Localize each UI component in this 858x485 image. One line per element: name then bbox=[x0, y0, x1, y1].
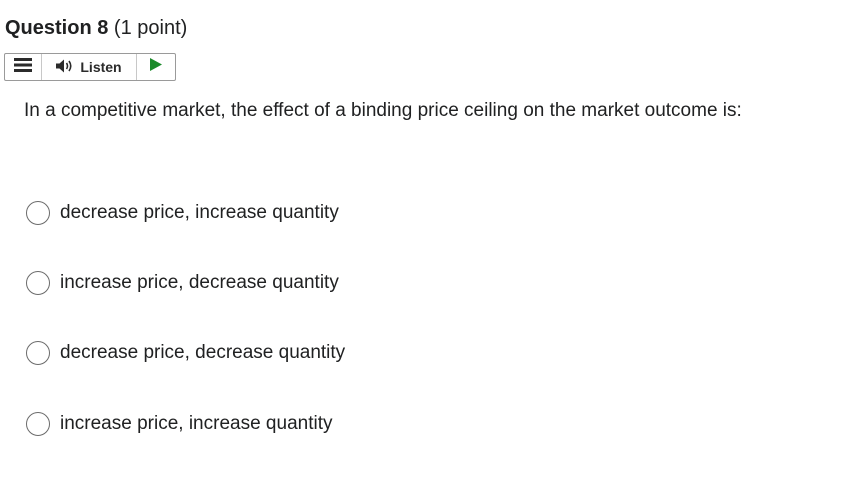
radio-button[interactable] bbox=[26, 412, 50, 436]
choice-label: increase price, decrease quantity bbox=[60, 272, 339, 293]
speaker-icon bbox=[56, 59, 74, 76]
question-points: (1 point) bbox=[113, 17, 188, 39]
question-header: Question 8 (1 point) bbox=[5, 15, 187, 41]
answer-choice[interactable]: increase price, decrease quantity bbox=[26, 270, 339, 296]
read-aloud-toolbar: Listen bbox=[4, 53, 176, 81]
hamburger-menu-icon bbox=[14, 57, 32, 77]
question-prompt: In a competitive market, the effect of a… bbox=[24, 100, 742, 121]
toolbar-menu-button[interactable] bbox=[5, 54, 42, 80]
listen-label: Listen bbox=[80, 59, 122, 75]
answer-choice[interactable]: increase price, increase quantity bbox=[26, 411, 332, 437]
radio-button[interactable] bbox=[26, 201, 50, 225]
listen-button[interactable]: Listen bbox=[42, 54, 137, 80]
play-button[interactable] bbox=[137, 54, 175, 80]
answer-choice[interactable]: decrease price, increase quantity bbox=[26, 200, 339, 226]
radio-button[interactable] bbox=[26, 271, 50, 295]
question-title: Question 8 bbox=[5, 17, 109, 39]
answer-choice[interactable]: decrease price, decrease quantity bbox=[26, 340, 345, 366]
play-icon bbox=[150, 58, 162, 76]
choice-label: increase price, increase quantity bbox=[60, 413, 333, 434]
choice-label: decrease price, decrease quantity bbox=[60, 342, 346, 363]
radio-button[interactable] bbox=[26, 341, 50, 365]
choice-label: decrease price, increase quantity bbox=[60, 202, 339, 223]
